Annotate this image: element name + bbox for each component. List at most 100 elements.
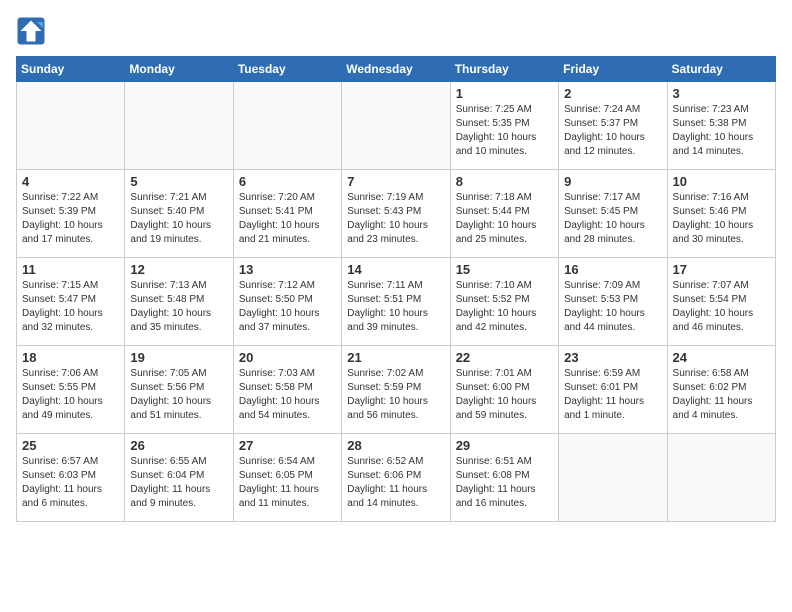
calendar-cell: 25 Sunrise: 6:57 AM Sunset: 6:03 PM Dayli… [17,434,125,522]
day-info: Sunrise: 7:19 AM Sunset: 5:43 PM Dayligh… [347,191,444,247]
calendar-cell: 29 Sunrise: 6:51 AM Sunset: 6:08 PM Dayli… [450,434,558,522]
weekday-header: Sunday [17,57,125,82]
day-info: Sunrise: 6:57 AM Sunset: 6:03 PM Dayligh… [22,455,119,511]
calendar-cell: 5 Sunrise: 7:21 AM Sunset: 5:40 PM Daylig… [125,170,233,258]
calendar-cell: 9 Sunrise: 7:17 AM Sunset: 5:45 PM Daylig… [559,170,667,258]
calendar-cell [233,82,341,170]
calendar-week-row: 18 Sunrise: 7:06 AM Sunset: 5:55 PM Dayli… [17,346,776,434]
day-info: Sunrise: 7:17 AM Sunset: 5:45 PM Dayligh… [564,191,661,247]
calendar-cell [559,434,667,522]
day-info: Sunrise: 6:59 AM Sunset: 6:01 PM Dayligh… [564,367,661,423]
day-info: Sunrise: 7:01 AM Sunset: 6:00 PM Dayligh… [456,367,553,423]
page-header [16,16,776,46]
calendar-cell: 17Sunrise: 7:07 AM Sunset: 5:54 PM Dayli… [667,258,775,346]
day-number: 7 [347,174,444,189]
day-number: 11 [22,262,119,277]
day-info: Sunrise: 6:51 AM Sunset: 6:08 PM Dayligh… [456,455,553,511]
day-number: 6 [239,174,336,189]
calendar-cell [17,82,125,170]
logo [16,16,50,46]
day-number: 25 [22,438,119,453]
day-info: Sunrise: 7:03 AM Sunset: 5:58 PM Dayligh… [239,367,336,423]
day-info: Sunrise: 7:16 AM Sunset: 5:46 PM Dayligh… [673,191,770,247]
day-info: Sunrise: 7:07 AM Sunset: 5:54 PM Dayligh… [673,279,770,335]
day-number: 29 [456,438,553,453]
day-number: 28 [347,438,444,453]
day-number: 2 [564,86,661,101]
calendar-week-row: 25 Sunrise: 6:57 AM Sunset: 6:03 PM Dayli… [17,434,776,522]
calendar-cell: 13Sunrise: 7:12 AM Sunset: 5:50 PM Dayli… [233,258,341,346]
calendar-cell: 16 Sunrise: 7:09 AM Sunset: 5:53 PM Dayli… [559,258,667,346]
day-info: Sunrise: 7:18 AM Sunset: 5:44 PM Dayligh… [456,191,553,247]
day-number: 23 [564,350,661,365]
weekday-header: Monday [125,57,233,82]
calendar-cell [342,82,450,170]
calendar-cell: 1 Sunrise: 7:25 AM Sunset: 5:35 PM Daylig… [450,82,558,170]
day-info: Sunrise: 7:05 AM Sunset: 5:56 PM Dayligh… [130,367,227,423]
day-number: 22 [456,350,553,365]
weekday-header: Tuesday [233,57,341,82]
calendar-cell: 20 Sunrise: 7:03 AM Sunset: 5:58 PM Dayli… [233,346,341,434]
calendar-week-row: 4 Sunrise: 7:22 AM Sunset: 5:39 PM Daylig… [17,170,776,258]
day-info: Sunrise: 6:58 AM Sunset: 6:02 PM Dayligh… [673,367,770,423]
day-number: 20 [239,350,336,365]
calendar-cell: 14Sunrise: 7:11 AM Sunset: 5:51 PM Dayli… [342,258,450,346]
calendar-week-row: 11 Sunrise: 7:15 AM Sunset: 5:47 PM Dayli… [17,258,776,346]
day-info: Sunrise: 6:52 AM Sunset: 6:06 PM Dayligh… [347,455,444,511]
day-number: 21 [347,350,444,365]
day-info: Sunrise: 7:21 AM Sunset: 5:40 PM Dayligh… [130,191,227,247]
weekday-header: Wednesday [342,57,450,82]
weekday-header-row: SundayMondayTuesdayWednesdayThursdayFrid… [17,57,776,82]
day-number: 14 [347,262,444,277]
day-number: 5 [130,174,227,189]
calendar-cell: 28 Sunrise: 6:52 AM Sunset: 6:06 PM Dayli… [342,434,450,522]
day-number: 24 [673,350,770,365]
day-number: 26 [130,438,227,453]
calendar-cell: 6 Sunrise: 7:20 AM Sunset: 5:41 PM Daylig… [233,170,341,258]
day-info: Sunrise: 7:06 AM Sunset: 5:55 PM Dayligh… [22,367,119,423]
logo-icon [16,16,46,46]
day-info: Sunrise: 7:10 AM Sunset: 5:52 PM Dayligh… [456,279,553,335]
calendar-cell: 10 Sunrise: 7:16 AM Sunset: 5:46 PM Dayli… [667,170,775,258]
day-info: Sunrise: 7:24 AM Sunset: 5:37 PM Dayligh… [564,103,661,159]
day-info: Sunrise: 7:02 AM Sunset: 5:59 PM Dayligh… [347,367,444,423]
day-number: 27 [239,438,336,453]
day-info: Sunrise: 7:22 AM Sunset: 5:39 PM Dayligh… [22,191,119,247]
calendar-cell: 7 Sunrise: 7:19 AM Sunset: 5:43 PM Daylig… [342,170,450,258]
day-info: Sunrise: 7:09 AM Sunset: 5:53 PM Dayligh… [564,279,661,335]
day-info: Sunrise: 7:12 AM Sunset: 5:50 PM Dayligh… [239,279,336,335]
weekday-header: Friday [559,57,667,82]
calendar-cell: 18 Sunrise: 7:06 AM Sunset: 5:55 PM Dayli… [17,346,125,434]
day-info: Sunrise: 7:20 AM Sunset: 5:41 PM Dayligh… [239,191,336,247]
calendar-cell: 27 Sunrise: 6:54 AM Sunset: 6:05 PM Dayli… [233,434,341,522]
day-info: Sunrise: 6:54 AM Sunset: 6:05 PM Dayligh… [239,455,336,511]
calendar-cell: 8 Sunrise: 7:18 AM Sunset: 5:44 PM Daylig… [450,170,558,258]
weekday-header: Saturday [667,57,775,82]
day-number: 19 [130,350,227,365]
calendar-cell: 11 Sunrise: 7:15 AM Sunset: 5:47 PM Dayli… [17,258,125,346]
calendar-cell: 23 Sunrise: 6:59 AM Sunset: 6:01 PM Dayli… [559,346,667,434]
day-number: 18 [22,350,119,365]
day-number: 3 [673,86,770,101]
day-number: 9 [564,174,661,189]
day-number: 8 [456,174,553,189]
calendar-cell: 4 Sunrise: 7:22 AM Sunset: 5:39 PM Daylig… [17,170,125,258]
calendar-cell: 19 Sunrise: 7:05 AM Sunset: 5:56 PM Dayli… [125,346,233,434]
calendar-cell: 26 Sunrise: 6:55 AM Sunset: 6:04 PM Dayli… [125,434,233,522]
calendar-week-row: 1 Sunrise: 7:25 AM Sunset: 5:35 PM Daylig… [17,82,776,170]
weekday-header: Thursday [450,57,558,82]
day-info: Sunrise: 7:15 AM Sunset: 5:47 PM Dayligh… [22,279,119,335]
day-number: 1 [456,86,553,101]
calendar-cell: 12Sunrise: 7:13 AM Sunset: 5:48 PM Dayli… [125,258,233,346]
day-number: 4 [22,174,119,189]
day-info: Sunrise: 6:55 AM Sunset: 6:04 PM Dayligh… [130,455,227,511]
calendar-cell: 22 Sunrise: 7:01 AM Sunset: 6:00 PM Dayli… [450,346,558,434]
day-info: Sunrise: 7:13 AM Sunset: 5:48 PM Dayligh… [130,279,227,335]
calendar-cell [125,82,233,170]
calendar-cell [667,434,775,522]
day-number: 15 [456,262,553,277]
day-info: Sunrise: 7:25 AM Sunset: 5:35 PM Dayligh… [456,103,553,159]
day-number: 10 [673,174,770,189]
day-number: 16 [564,262,661,277]
calendar-cell: 24 Sunrise: 6:58 AM Sunset: 6:02 PM Dayli… [667,346,775,434]
